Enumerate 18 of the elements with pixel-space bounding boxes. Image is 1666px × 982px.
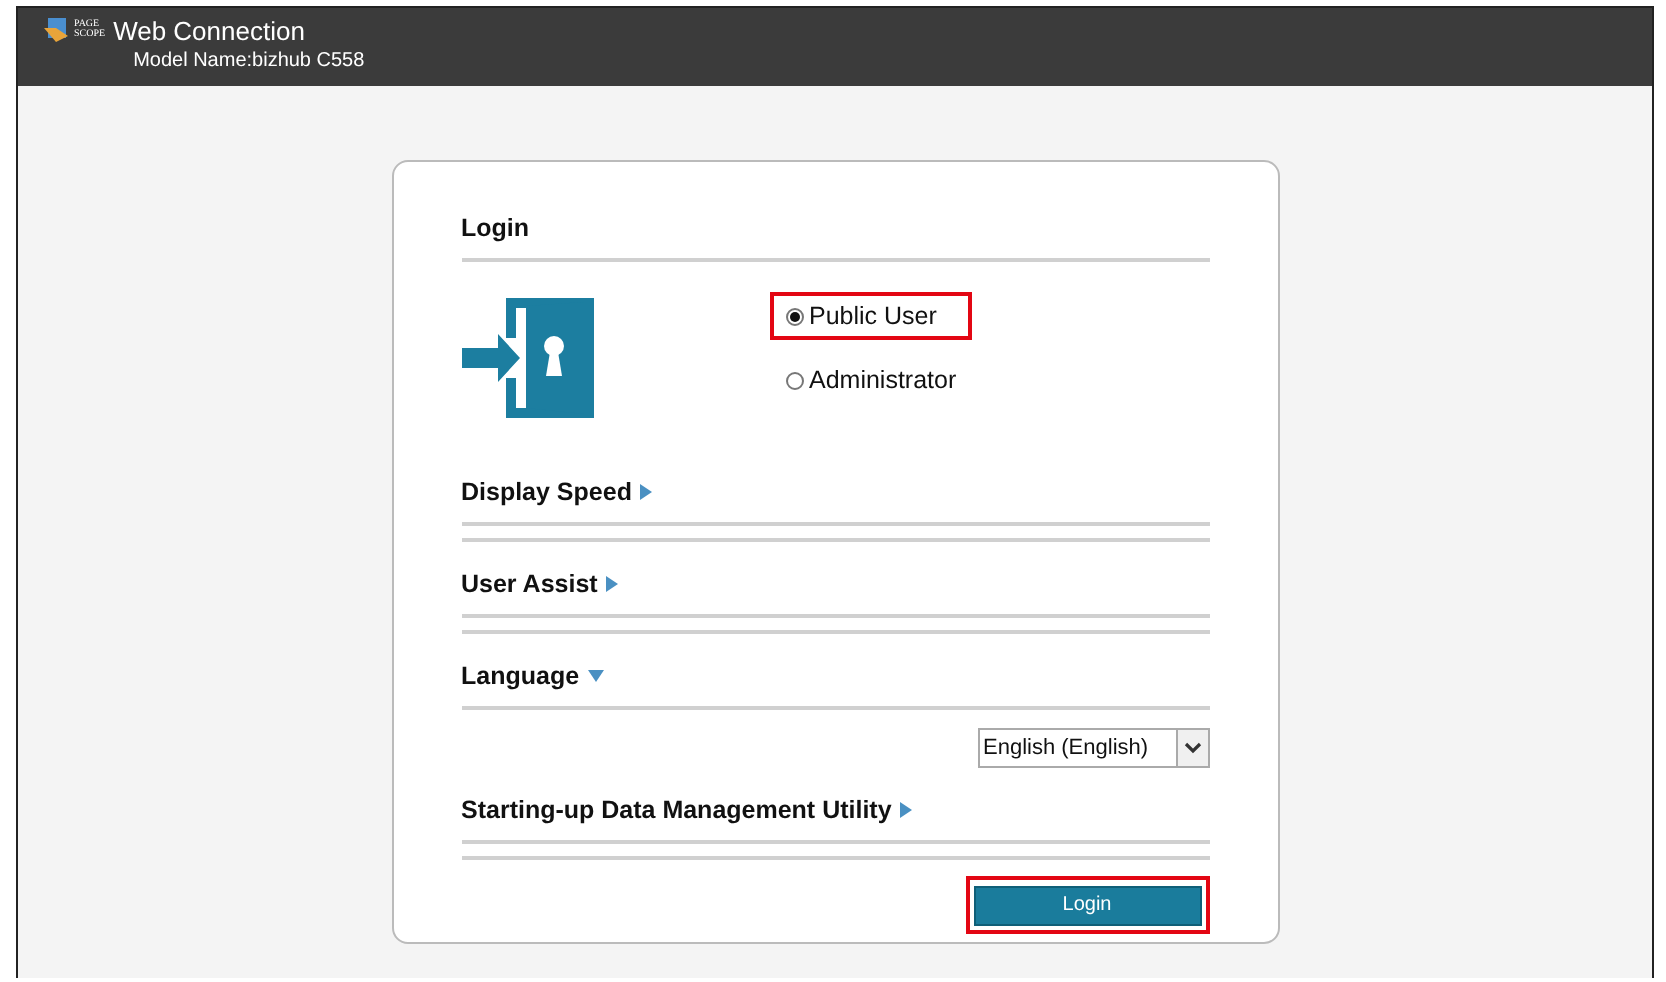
caret-right-icon (639, 484, 652, 500)
section-heading: Login (461, 214, 530, 242)
model-name: Model Name:bizhub C558 (133, 48, 365, 74)
door-entry-icon (461, 298, 593, 418)
section-toggle[interactable]: Display Speed (461, 478, 652, 506)
caret-down-icon (587, 670, 604, 682)
login-button[interactable]: Login (973, 885, 1201, 925)
section-toggle[interactable]: Language (461, 662, 604, 690)
radio-option[interactable]: Public User (769, 292, 973, 340)
section-toggle[interactable]: Starting-up Data Management Utility (461, 796, 912, 824)
app-title: Web Connection (113, 16, 307, 48)
radio-option[interactable]: Administrator (769, 356, 973, 404)
chevron-down-icon (1183, 742, 1201, 754)
language-select[interactable]: English (English) (977, 728, 1209, 768)
section-toggle[interactable]: User Assist (461, 570, 618, 598)
logo-icon (42, 16, 70, 44)
caret-right-icon (605, 576, 618, 592)
caret-right-icon (899, 802, 912, 818)
